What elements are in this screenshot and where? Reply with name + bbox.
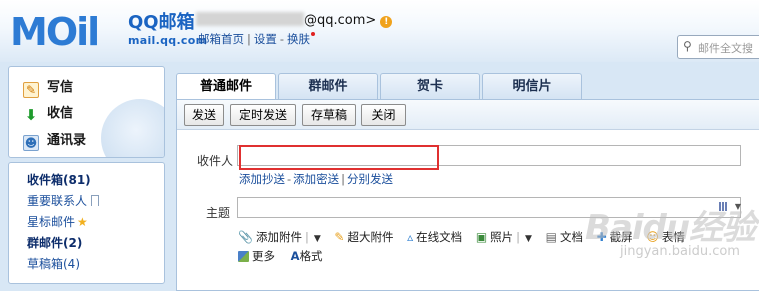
product-name: QQ邮箱 [128,12,195,33]
tab-group-mail[interactable]: 群邮件 [278,73,378,100]
sidebar-actions: ✎ 写信 ⬇ 收信 ☻ 通讯录 [8,66,165,158]
online-doc-button[interactable]: ▵ 在线文档 [407,229,462,245]
folder-group-mail[interactable]: 群邮件(2) [27,234,82,251]
document-icon: ▤ [545,230,557,244]
top-links: 邮箱首页 | 设置 - 换肤 [198,31,316,47]
penguin-decoration [101,99,164,157]
folder-list: 收件箱(81) 重要联系人 星标邮件 ★ 群邮件(2) 草稿箱(4) [8,162,165,284]
more-icon [238,251,249,262]
redacted-username [196,12,304,26]
search-icon: ⚲ [683,39,692,53]
online-doc-icon: ▵ [407,230,414,244]
folder-inbox[interactable]: 收件箱(81) [27,171,91,188]
more-toolbar: 更多 A格式 [238,248,335,264]
recipient-options: 添加抄送 - 添加密送 | 分别发送 [239,172,394,186]
compose-toolbar: 发送 定时发送 存草稿 关闭 [177,100,759,130]
add-attachment-button[interactable]: 📎 添加附件 | ▼ [238,229,321,245]
document-button[interactable]: ▤ 文档 [546,229,583,245]
search-box[interactable]: ⚲ 邮件全文搜 [677,35,759,59]
paperclip-icon: 📎 [238,230,253,244]
format-button[interactable]: A格式 [291,248,323,264]
chevron-down-icon[interactable]: ▼ [525,234,532,244]
chevron-down-icon[interactable]: ▼ [314,234,321,244]
tab-greeting-card[interactable]: 贺卡 [380,73,480,100]
write-mail-button[interactable]: ✎ 写信 [23,76,73,98]
separate-send-link[interactable]: 分别发送 [347,172,393,186]
receive-mail-button[interactable]: ⬇ 收信 [23,102,73,124]
pencil-icon: ✎ [23,82,39,98]
add-bcc-link[interactable]: 添加密送 [293,172,339,186]
large-attachment-button[interactable]: ✎ 超大附件 [334,229,393,245]
account-address[interactable]: @qq.com>! [196,12,393,28]
warning-icon[interactable]: ! [380,16,393,28]
tab-normal-mail[interactable]: 普通邮件 [176,73,276,101]
top-header: MOil QQ邮箱 mail.qq.com @qq.com>! 邮箱首页 | 设置 -… [0,0,759,62]
new-dot-icon [311,32,316,36]
star-icon: ★ [77,215,88,229]
recipient-label: 收件人 [197,154,234,168]
photo-button[interactable]: ▣ 照片 | ▼ [476,229,532,245]
flag-icon [91,195,100,206]
product-domain: mail.qq.com [128,34,208,47]
contacts-button[interactable]: ☻ 通讯录 [23,129,86,151]
scheduled-send-button[interactable]: 定时发送 [230,104,296,126]
tab-postcard[interactable]: 明信片 [482,73,582,100]
search-placeholder: 邮件全文搜 [698,42,753,55]
inbox-download-icon: ⬇ [24,106,38,124]
subject-label: 主题 [206,206,231,220]
logo-wordmark: MOil [10,10,100,54]
format-icon: A [290,249,300,263]
save-draft-button[interactable]: 存草稿 [302,104,356,126]
large-attachment-icon: ✎ [334,230,345,244]
folder-drafts[interactable]: 草稿箱(4) [27,255,80,272]
link-settings[interactable]: 设置 [254,32,277,46]
link-change-skin[interactable]: 换肤 [287,32,310,46]
baidu-watermark: Baidu经验 [585,208,756,248]
add-cc-link[interactable]: 添加抄送 [239,172,285,186]
folder-important-contacts[interactable]: 重要联系人 [27,192,100,209]
contact-card-icon: ☻ [23,135,39,151]
recipient-input[interactable] [237,145,741,166]
folder-starred[interactable]: 星标邮件 ★ [27,213,88,230]
more-button[interactable]: 更多 [238,248,275,264]
photo-icon: ▣ [475,230,488,244]
link-mail-home[interactable]: 邮箱首页 [198,32,244,46]
close-button[interactable]: 关闭 [361,104,406,126]
baidu-watermark-url: jingyan.baidu.com [620,244,740,259]
send-button[interactable]: 发送 [184,104,224,126]
